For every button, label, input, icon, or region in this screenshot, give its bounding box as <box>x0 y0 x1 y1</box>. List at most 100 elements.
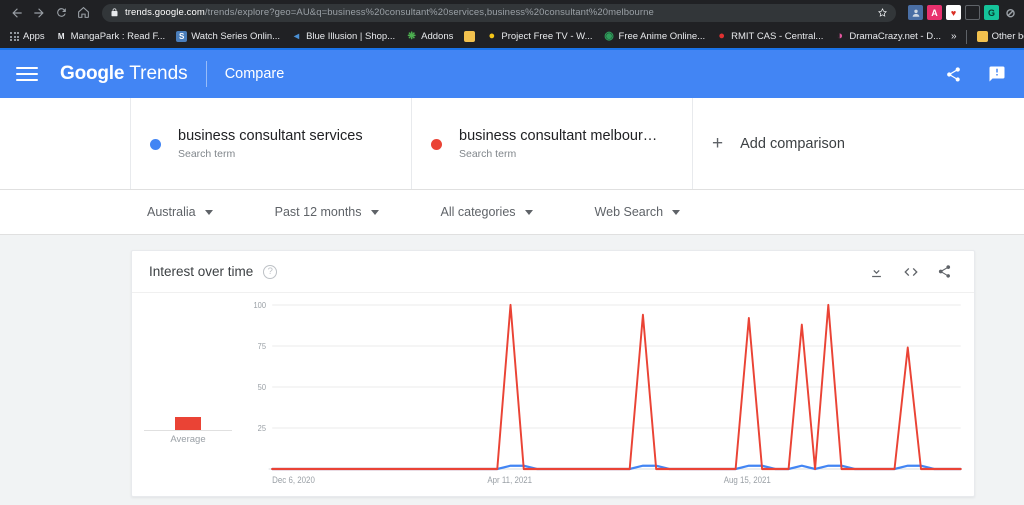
compare-card-1[interactable]: business consultant services Search term <box>131 98 412 189</box>
block-extension-icon[interactable]: ⊘ <box>1003 5 1018 20</box>
brand-google: Google <box>60 63 125 84</box>
browser-toolbar: trends.google.com/trends/explore?geo=AU&… <box>0 0 1024 25</box>
main-content: Interest over time ? Average 100 75 50 2… <box>0 235 1024 497</box>
y-axis-tick: 75 <box>258 342 267 352</box>
filter-label: All categories <box>440 205 516 219</box>
browser-chrome: trends.google.com/trends/explore?geo=AU&… <box>0 0 1024 50</box>
y-axis-tick: 50 <box>258 383 267 393</box>
x-axis-tick: Aug 15, 2021 <box>724 475 771 486</box>
lock-icon <box>110 8 119 17</box>
download-icon[interactable] <box>868 263 885 280</box>
hamburger-menu-icon[interactable] <box>16 67 38 81</box>
filter-category[interactable]: All categories <box>441 205 533 219</box>
chevron-down-icon <box>370 209 379 215</box>
trends-line-chart[interactable]: 100 75 50 25 Dec 6, 2020 Apr 11, 2021 Aug 15, … <box>244 293 966 497</box>
privacy-extension-icon[interactable]: ♥ <box>946 5 961 20</box>
series-color-dot <box>150 139 161 150</box>
card-title: Interest over time <box>149 264 254 279</box>
bookmark-label: DramaCrazy.net - D... <box>849 31 942 42</box>
x-axis-tick: Apr 11, 2021 <box>487 475 532 486</box>
adblock-extension-icon[interactable]: A <box>927 5 942 20</box>
bookmark-label: Watch Series Onlin... <box>191 31 281 42</box>
chevron-down-icon <box>204 209 213 215</box>
filter-search-type[interactable]: Web Search <box>595 205 681 219</box>
card-header: Interest over time ? <box>132 251 974 293</box>
compare-term-label: business consultant services <box>178 128 363 144</box>
share-icon[interactable] <box>936 263 953 280</box>
folder-icon <box>976 31 988 42</box>
chart-plot-area[interactable]: 100 75 50 25 Dec 6, 2020 Apr 11, 2021 Aug 15, … <box>244 293 966 497</box>
interest-over-time-card: Interest over time ? Average 100 75 50 2… <box>131 250 975 497</box>
google-trends-logo[interactable]: Google Trends <box>60 63 188 85</box>
url-path: /trends/explore?geo=AU&q=business%20cons… <box>204 7 654 18</box>
bookmark-addons[interactable]: ❋ Addons <box>401 29 458 44</box>
series-color-dot <box>431 139 442 150</box>
bookmarks-bar: Apps M MangaPark : Read F... S Watch Ser… <box>0 25 1024 48</box>
share-icon[interactable] <box>942 63 964 85</box>
feedback-icon[interactable] <box>986 63 1008 85</box>
y-axis-tick: 100 <box>254 301 267 311</box>
flag-extension-icon[interactable] <box>965 5 980 20</box>
address-bar[interactable]: trends.google.com/trends/explore?geo=AU&… <box>102 3 896 22</box>
bookmark-rmit-cas[interactable]: ● RMIT CAS - Central... <box>711 29 828 44</box>
add-comparison-label: Add comparison <box>740 135 845 152</box>
compare-card-2[interactable]: business consultant melbour… Search term <box>412 98 693 189</box>
extension-icons: A ♥ G ⊘ <box>904 5 1018 20</box>
bookmark-other-bookmarks[interactable]: Other bookmarks <box>972 29 1024 44</box>
bookmark-folder-yellow[interactable] <box>459 29 480 44</box>
bookmarks-overflow-button[interactable]: » <box>947 31 961 42</box>
rmit-favicon: ● <box>716 31 728 42</box>
folder-icon <box>464 31 476 42</box>
bookmark-dramacrazy[interactable]: ◑ DramaCrazy.net - D... <box>829 29 946 44</box>
plus-icon: + <box>712 132 724 154</box>
dramacrazy-favicon: ◑ <box>834 31 846 42</box>
bookmark-watch-series[interactable]: S Watch Series Onlin... <box>171 29 285 44</box>
freeanime-favicon: ◉ <box>603 30 615 42</box>
brand-trends: Trends <box>129 63 188 84</box>
blueillusion-favicon: ◂ <box>291 31 303 42</box>
apps-grid-icon <box>10 32 19 41</box>
add-comparison-button[interactable]: + Add comparison <box>693 98 974 189</box>
bookmark-label: Blue Illusion | Shop... <box>306 31 396 42</box>
header-actions <box>942 63 1008 85</box>
back-arrow-icon[interactable] <box>6 2 28 24</box>
filter-time-range[interactable]: Past 12 months <box>275 205 379 219</box>
embed-code-icon[interactable] <box>902 263 919 280</box>
url-host: trends.google.com <box>125 7 205 18</box>
bookmark-free-anime-online[interactable]: ◉ Free Anime Online... <box>599 29 711 44</box>
bookmark-label: Project Free TV - W... <box>501 31 593 42</box>
home-icon[interactable] <box>72 2 94 24</box>
app-header: Google Trends Compare <box>0 50 1024 98</box>
bookmark-label: Free Anime Online... <box>618 31 706 42</box>
star-icon[interactable] <box>871 7 888 18</box>
reload-icon[interactable] <box>50 2 72 24</box>
bookmark-label: Addons <box>421 31 454 42</box>
watchseries-favicon: S <box>176 31 188 42</box>
profile-avatar-icon[interactable] <box>908 5 923 20</box>
forward-arrow-icon[interactable] <box>28 2 50 24</box>
filter-label: Australia <box>147 205 196 219</box>
filter-region[interactable]: Australia <box>147 205 213 219</box>
compare-terms-row: business consultant services Search term… <box>0 98 1024 190</box>
compare-right-gutter <box>974 98 1024 189</box>
bookmark-apps[interactable]: Apps <box>5 29 50 44</box>
x-axis-tick: Dec 6, 2020 <box>272 475 315 486</box>
filter-label: Past 12 months <box>274 205 362 219</box>
bookmark-label: Other bookmarks <box>991 31 1024 42</box>
y-axis-tick: 25 <box>258 424 267 434</box>
bookmark-project-free-tv[interactable]: ● Project Free TV - W... <box>481 29 597 44</box>
average-bar <box>175 417 201 430</box>
addons-favicon: ❋ <box>406 30 418 42</box>
compare-term-label: business consultant melbour… <box>459 128 658 144</box>
bookmarks-divider <box>965 29 967 44</box>
bookmark-label: Apps <box>23 31 45 42</box>
help-circle-icon[interactable]: ? <box>263 264 278 279</box>
mangapark-favicon: M <box>55 31 67 42</box>
header-divider <box>205 61 207 87</box>
filters-bar: Australia Past 12 months All categories … <box>0 190 1024 235</box>
grammarly-extension-icon[interactable]: G <box>984 5 999 20</box>
bookmark-blue-illusion[interactable]: ◂ Blue Illusion | Shop... <box>286 29 400 44</box>
average-baseline <box>144 430 232 431</box>
interest-over-time-chart: Average 100 75 50 25 Dec 6, 2020 Apr 11, 2021… <box>132 293 974 497</box>
bookmark-mangapark[interactable]: M MangaPark : Read F... <box>51 29 171 44</box>
